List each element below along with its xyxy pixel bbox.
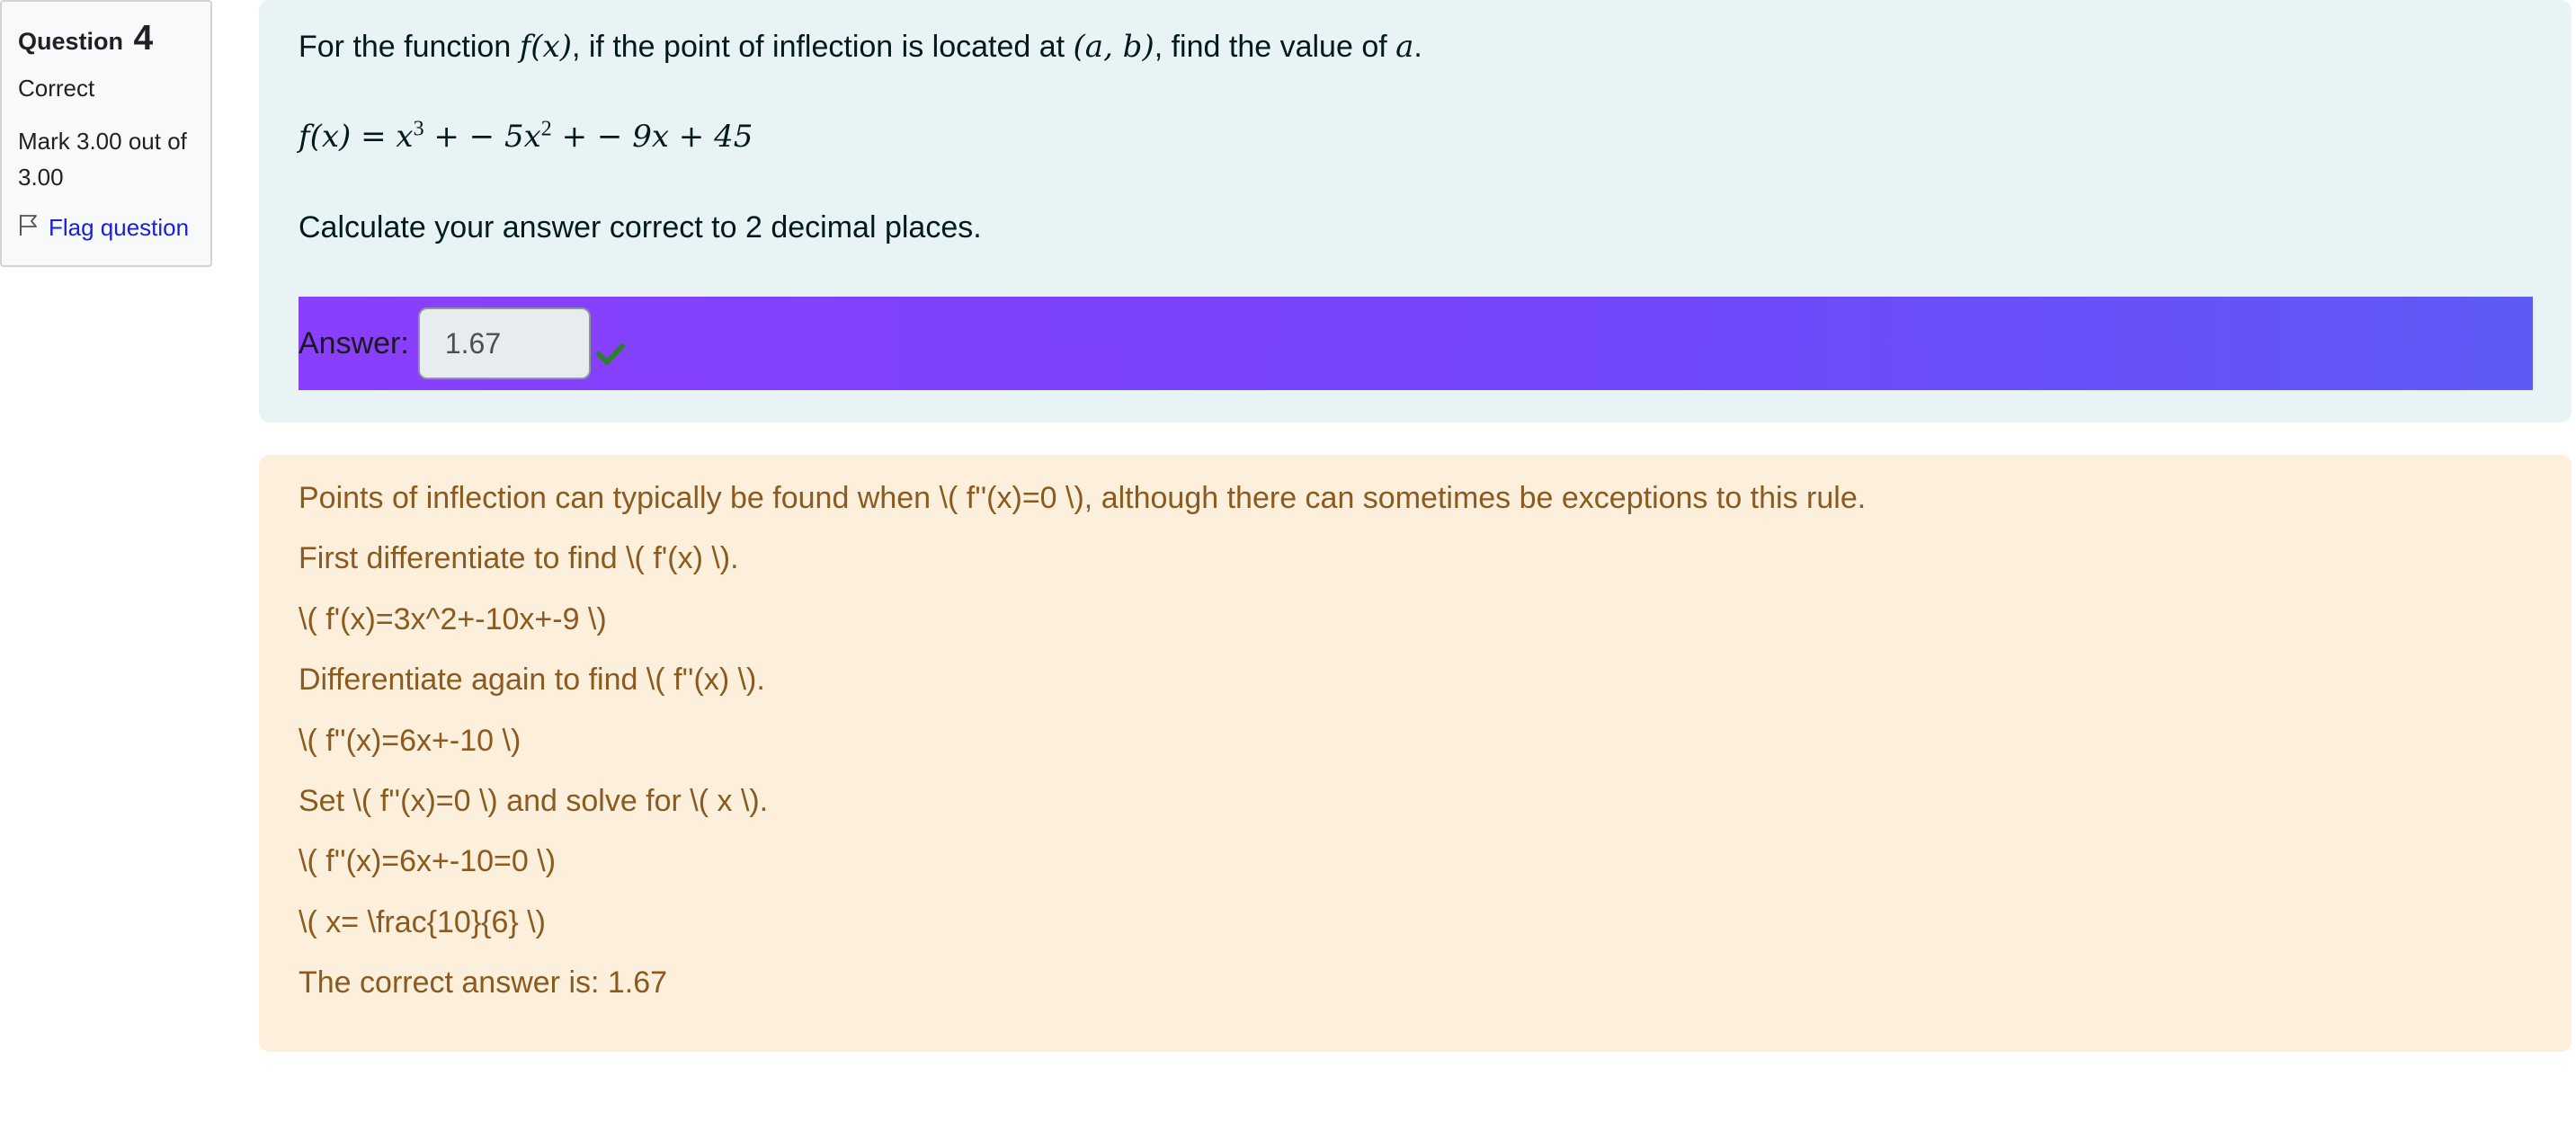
feedback-line: \( f''(x)=6x+-10 \) xyxy=(299,723,521,758)
feedback-line: \( f''(x)=6x+-10=0 \) xyxy=(299,844,557,879)
function-lhs: f(x) = x xyxy=(299,119,414,155)
math-fx: f(x) xyxy=(519,29,572,65)
question-formulation: For the function f(x), if the point of i… xyxy=(259,0,2572,423)
question-label: Question xyxy=(18,28,124,55)
check-icon xyxy=(595,342,625,367)
math-var: a xyxy=(1395,29,1414,65)
function-term: + − 5x xyxy=(423,119,541,155)
feedback-line: \( f'(x)=3x^2+-10x+-9 \) xyxy=(299,601,607,636)
function-equation: f(x) = x3 + − 5x2 + − 9x + 45 xyxy=(299,115,2532,159)
flag-question-link[interactable]: Flag question xyxy=(18,213,194,243)
flag-question-label: Flag question xyxy=(49,214,190,241)
feedback-line: First differentiate to find \( f'(x) \). xyxy=(299,541,739,576)
feedback-line: Points of inflection can typically be fo… xyxy=(299,481,1867,515)
question-grade: Mark 3.00 out of 3.00 xyxy=(18,128,187,191)
question-text-part: . xyxy=(1413,30,1422,64)
function-exponent: 3 xyxy=(413,117,424,141)
function-exponent: 2 xyxy=(540,117,552,141)
feedback-line: Differentiate again to find \( f''(x) \)… xyxy=(299,663,765,698)
feedback-line: \( x= \frac{10}{6} \) xyxy=(299,904,547,939)
question-number: 4 xyxy=(133,19,154,58)
question-instruction: Calculate your answer correct to 2 decim… xyxy=(299,210,982,245)
feedback-line: Set \( f''(x)=0 \) and solve for \( x \)… xyxy=(299,784,769,819)
question-number-heading: Question 4 xyxy=(18,19,194,58)
flag-icon xyxy=(18,213,40,243)
question-text-part: For the function xyxy=(299,30,520,64)
question-info-panel: Question 4 Correct Mark 3.00 out of 3.00… xyxy=(0,0,212,267)
answer-label: Answer: xyxy=(299,325,409,360)
answer-input[interactable] xyxy=(417,307,591,379)
question-text-part: , find the value of xyxy=(1154,30,1396,64)
math-point: (a, b) xyxy=(1073,29,1154,65)
correct-answer-line: The correct answer is: 1.67 xyxy=(299,965,668,1001)
general-feedback: Points of inflection can typically be fo… xyxy=(259,455,2572,1052)
question-text: For the function f(x), if the point of i… xyxy=(299,25,2532,68)
answer-block: Answer: xyxy=(299,297,2533,390)
question-text-part: , if the point of inflection is located … xyxy=(571,30,1074,64)
question-state: Correct xyxy=(18,75,95,102)
function-term: + − 9x + 45 xyxy=(551,119,753,155)
